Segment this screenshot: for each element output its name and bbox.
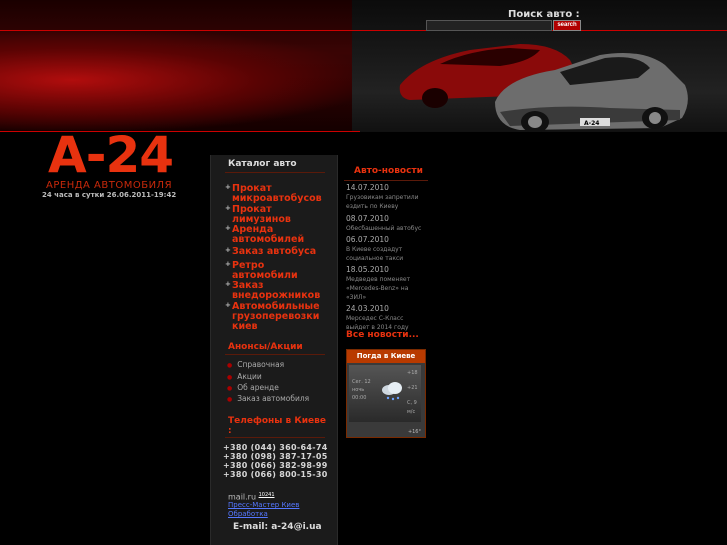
plus-icon: + [225,246,231,254]
phone-number: +380 (044) 360-64-74 [223,443,328,452]
news-date: 24.03.2010 [346,304,389,313]
anons-divider [225,354,325,355]
search-button[interactable]: search [553,20,581,31]
plus-icon: + [225,224,231,232]
anons-item-about-rental[interactable]: ● Об аренде [227,383,279,392]
phone-number: +380 (066) 800-15-30 [223,470,328,479]
weather-body: Сег. 12 ночь 00:00 +18 +21 С, 9 м/с [349,365,421,422]
weather-wind-unit: м/с [407,409,416,415]
cloud-rain-icon [382,382,402,401]
header-red-glow [0,30,360,130]
catalog-item-minibus[interactable]: + Прокат микроавтобусов [225,183,333,204]
phones-divider [225,437,325,438]
news-link[interactable]: Медведев поменяет «Mercedes-Benz» на «ЗИ… [346,275,428,302]
news-date: 06.07.2010 [346,235,389,244]
header-divider [0,30,727,31]
catalog-item-retro[interactable]: + Ретро автомобили [225,260,333,281]
weather-widget[interactable]: Погда в Киеве Сег. 12 ночь 00:00 +18 +21… [346,349,426,438]
bullet-icon: ● [227,385,233,392]
anons-item-car-order[interactable]: ● Заказ автомобиля [227,394,309,403]
weather-day: Сег. 12 [352,379,371,385]
news-date: 08.07.2010 [346,214,389,223]
hours-datetime: 24 часа в сутки 26.06.2011-19:42 [42,191,177,199]
contact-email[interactable]: E-mail: a-24@i.ua [233,522,322,532]
header-banner: A-24 Поиск авто : search [0,0,727,132]
svg-text:A-24: A-24 [584,120,599,127]
news-date: 18.05.2010 [346,265,389,274]
news-link[interactable]: Грузовикам запретили ездить по Киеву [346,193,428,211]
phones-title: Телефоны в Киеве : [228,416,326,436]
bullet-icon: ● [227,396,233,403]
weather-temp-2: +21 [407,385,418,391]
plus-icon: + [225,183,231,191]
weather-wind: С, 9 [407,400,417,406]
catalog-item-suv[interactable]: + Заказ внедорожников [225,280,333,301]
partner-link[interactable]: Пресс-Мастер Киев Обработка [228,501,299,519]
phone-number: +380 (098) 387-17-05 [223,452,328,461]
anons-item-promo[interactable]: ● Акции [227,372,262,381]
catalog-item-limousine[interactable]: + Прокат лимузинов [225,204,333,225]
mailru-count: 10241 [258,492,275,498]
plus-icon: + [225,204,231,212]
weather-temp-1: +18 [407,370,418,376]
weather-period: ночь [352,387,365,393]
catalog-item-car-rental[interactable]: + Аренда автомобилей [225,224,333,245]
weather-time: 00:00 [352,395,367,401]
catalog-column: Каталог авто + Прокат микроавтобусов + Про… [210,155,338,545]
site-slogan: АРЕНДА АВТОМОБИЛЯ [46,180,173,191]
anons-title: Анонсы/Акции [228,342,303,352]
news-link[interactable]: Обесбашенный автобус [346,224,428,233]
site-logo[interactable]: A-24 [48,128,174,182]
catalog-item-cargo[interactable]: + Автомобильные грузоперевозки киев [225,301,333,332]
bullet-icon: ● [227,374,233,381]
news-title: Авто-новости [354,166,423,176]
weather-title: Погда в Киеве [347,350,425,363]
phone-number: +380 (066) 382-98-99 [223,461,328,470]
catalog-title: Каталог авто [228,159,297,169]
anons-item-reference[interactable]: ● Справочная [227,360,284,369]
news-divider [344,180,428,181]
plus-icon: + [225,280,231,288]
search-input[interactable] [426,20,552,31]
news-link[interactable]: В Киеве создадут социальное такси [346,245,428,263]
bullet-icon: ● [227,362,233,369]
news-date: 14.07.2010 [346,183,389,192]
plus-icon: + [225,301,231,309]
plus-icon: + [225,260,231,268]
catalog-item-bus-order[interactable]: + Заказ автобуса [225,246,333,257]
search-label: Поиск авто : [508,9,580,20]
all-news-link[interactable]: Все новости... [346,330,419,340]
catalog-divider [225,172,325,173]
cars-image: A-24 [399,44,688,132]
weather-footer: +16° [407,429,421,435]
